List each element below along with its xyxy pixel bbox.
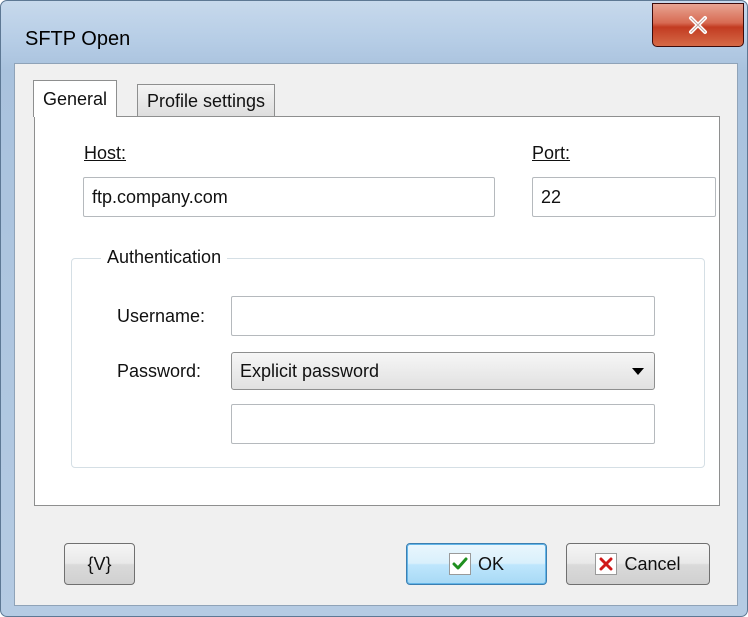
port-input[interactable]: 22 bbox=[532, 177, 716, 217]
ok-label: OK bbox=[477, 553, 504, 574]
tab-panel-general: Host: ftp.company.com Port: 22 Authentic… bbox=[34, 116, 720, 506]
authentication-legend: Authentication bbox=[101, 247, 228, 268]
window-close-button[interactable] bbox=[652, 3, 744, 47]
dialog-body: General Profile settings Host: ftp.compa… bbox=[14, 63, 738, 606]
close-icon bbox=[689, 16, 707, 34]
variables-button[interactable]: {V} bbox=[64, 543, 135, 585]
ok-button[interactable]: OK bbox=[406, 543, 547, 585]
port-label: Port: bbox=[532, 143, 570, 164]
sftp-open-dialog: SFTP Open General Profile settings Host:… bbox=[0, 0, 748, 617]
chevron-down-icon bbox=[632, 368, 644, 375]
host-label-text: Host: bbox=[84, 143, 127, 163]
host-input[interactable]: ftp.company.com bbox=[83, 177, 495, 217]
cancel-button[interactable]: Cancel bbox=[566, 543, 710, 585]
password-input[interactable] bbox=[231, 404, 655, 444]
username-label: Username: bbox=[117, 306, 206, 326]
tab-general[interactable]: General bbox=[33, 80, 118, 117]
password-label: Password: bbox=[117, 361, 202, 381]
password-mode-value: Explicit password bbox=[240, 360, 380, 381]
cancel-label: Cancel bbox=[624, 553, 681, 574]
username-input[interactable] bbox=[231, 296, 655, 336]
red-x-icon bbox=[595, 553, 618, 575]
host-label: Host: bbox=[84, 143, 126, 164]
green-checkmark-icon bbox=[448, 553, 471, 575]
tab-profile-settings[interactable]: Profile settings bbox=[137, 84, 276, 118]
window-title: SFTP Open bbox=[25, 28, 131, 50]
port-label-text: Port: bbox=[532, 143, 571, 163]
password-mode-select[interactable]: Explicit password bbox=[231, 352, 655, 390]
